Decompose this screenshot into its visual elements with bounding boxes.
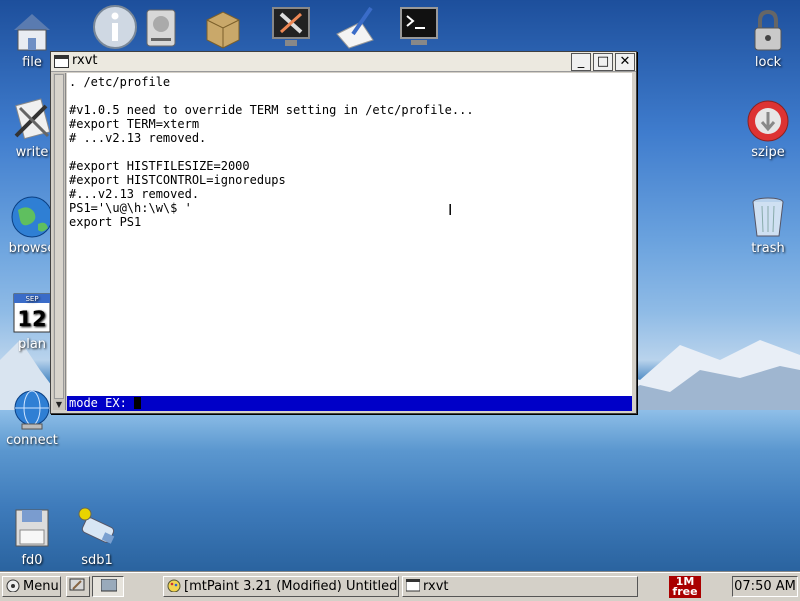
taskbar-item-rxvt[interactable]: rxvt <box>402 576 638 597</box>
desktop-icon-label: fd0 <box>21 553 43 568</box>
terminal-line: . /etc/profile <box>69 75 171 89</box>
desktop-icon-lock[interactable]: lock <box>737 8 799 70</box>
package-icon[interactable] <box>192 4 254 52</box>
taskbar-item-mtpaint[interactable]: [mtPaint 3.21 (Modified) Untitled] <box>163 576 399 597</box>
rxvt-window[interactable]: rxvt _ □ ✕ ▼ . /etc/profile #v1.0.5 need… <box>50 51 637 414</box>
task-label: [mtPaint 3.21 (Modified) Untitled] <box>184 579 399 594</box>
window-titlebar[interactable]: rxvt _ □ ✕ <box>51 52 636 72</box>
calendar-month: SEP <box>25 295 38 303</box>
ex-mode-label: mode EX: <box>69 396 135 410</box>
scroll-down-arrow-icon[interactable]: ▼ <box>53 399 65 410</box>
desktop-icon-sdb1[interactable]: sdb1 <box>66 506 128 568</box>
terminal-icon[interactable] <box>388 4 450 52</box>
ibeam-cursor-icon: I <box>448 201 453 219</box>
desktop-icon-label: szipe <box>751 145 785 160</box>
home-folder-icon <box>8 8 56 54</box>
desktop-icon-label: sdb1 <box>81 553 113 568</box>
network-globe-icon <box>8 386 56 432</box>
clock[interactable]: 07:50 AM <box>732 576 798 597</box>
window-title: rxvt <box>72 53 98 68</box>
terminal-line: #v1.0.5 need to override TERM setting in… <box>69 103 474 117</box>
terminal-icon <box>405 578 421 592</box>
close-button[interactable]: ✕ <box>615 53 635 71</box>
desktop-icon-trash[interactable]: trash <box>737 194 799 256</box>
memory-free-indicator[interactable]: 1M free <box>669 576 701 598</box>
memory-unit: free <box>672 585 698 598</box>
desktop-icon-label: lock <box>754 55 782 70</box>
desktop-icon-szipe[interactable]: szipe <box>737 98 799 160</box>
maximize-button[interactable]: □ <box>593 53 613 71</box>
globe-icon <box>8 194 56 240</box>
desktop-icon-label: trash <box>751 241 785 256</box>
desktop-broom-icon <box>69 578 85 591</box>
archive-icon <box>744 98 792 144</box>
vertical-scrollbar[interactable]: ▼ <box>53 73 66 410</box>
vi-ex-mode-line[interactable]: mode EX: <box>67 396 632 411</box>
minimize-button[interactable]: _ <box>571 53 591 71</box>
terminal-line: #...v2.13 removed. <box>69 187 200 201</box>
show-desktop-icon <box>100 578 118 592</box>
text-editor-icon[interactable] <box>324 4 386 52</box>
trash-can-icon <box>744 194 792 240</box>
writing-tools-icon <box>8 98 56 144</box>
terminal-line: # ...v2.13 removed. <box>69 131 207 145</box>
taskbar: Menu [mtPaint 3.21 (Modified) Untitled] … <box>0 572 800 601</box>
hard-drive-icon[interactable] <box>130 4 192 52</box>
terminal-line: PS1='\u@\h:\w\$ ' <box>69 201 192 215</box>
usb-drive-icon <box>73 506 121 552</box>
calendar-day: 12 <box>17 307 46 331</box>
terminal-line: #export HISTCONTROL=ignoredups <box>69 173 286 187</box>
floppy-drive-icon <box>8 506 56 552</box>
quicklaunch-desktop-switch[interactable] <box>92 576 124 597</box>
terminal-output[interactable]: . /etc/profile #v1.0.5 need to override … <box>67 73 632 396</box>
terminal-line: export PS1 <box>69 215 142 229</box>
menu-label: Menu <box>23 579 59 594</box>
quicklaunch-clean-desktop[interactable] <box>66 576 90 597</box>
desktop-icon-fd0[interactable]: fd0 <box>1 506 63 568</box>
settings-screen-icon[interactable] <box>260 4 322 52</box>
terminal-line: #export HISTFILESIZE=2000 <box>69 159 250 173</box>
start-menu-button[interactable]: Menu <box>2 576 61 597</box>
scrollbar-thumb[interactable] <box>54 74 64 399</box>
text-cursor <box>134 397 142 409</box>
padlock-icon <box>744 8 792 54</box>
terminal-line: #export TERM=xterm <box>69 117 200 131</box>
desktop-icon-label: connect <box>6 433 58 448</box>
task-label: rxvt <box>423 579 449 594</box>
mtpaint-icon <box>167 579 181 593</box>
calendar-icon: SEP 12 <box>8 290 56 336</box>
window-icon <box>54 55 69 68</box>
menu-icon <box>6 579 20 593</box>
